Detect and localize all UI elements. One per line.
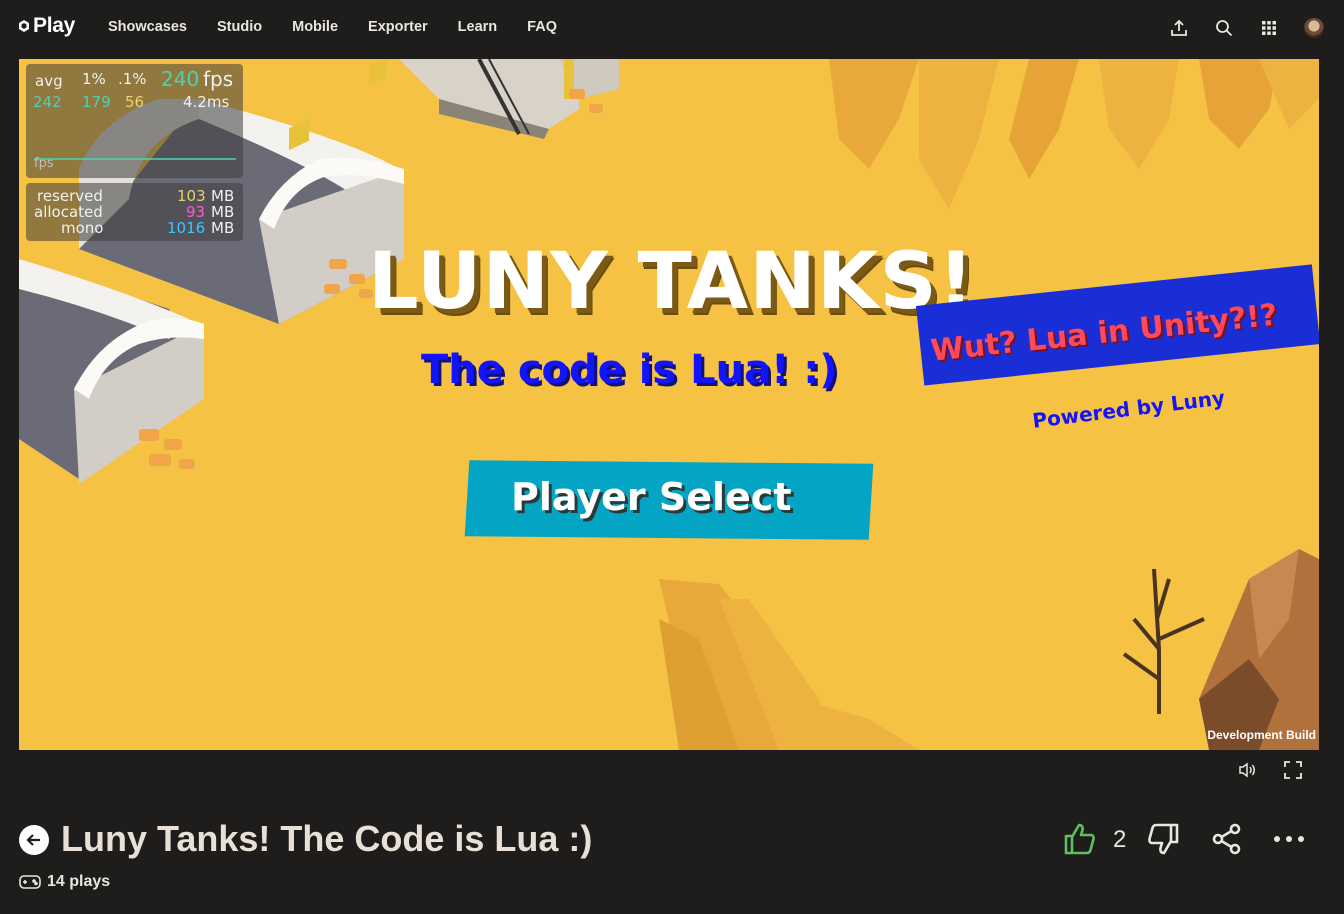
more-options-button[interactable] xyxy=(1272,822,1306,861)
stat-01pct-value: 56 xyxy=(125,93,145,111)
apps-grid-icon[interactable] xyxy=(1259,18,1279,38)
nav-link-showcases[interactable]: Showcases xyxy=(108,19,187,35)
search-icon[interactable] xyxy=(1214,18,1234,38)
upload-icon[interactable] xyxy=(1169,18,1189,38)
stat-avg-value: 242 xyxy=(33,93,62,111)
nav-link-mobile[interactable]: Mobile xyxy=(292,19,338,35)
share-icon xyxy=(1212,823,1241,855)
share-button[interactable] xyxy=(1210,822,1244,861)
nav-link-studio[interactable]: Studio xyxy=(217,19,262,35)
performance-stats-panel: avg 1% .1% 240 fps 242 179 56 4.2ms fps … xyxy=(26,64,243,241)
nav-link-faq[interactable]: FAQ xyxy=(527,19,557,35)
stat-header-1pct: 1% xyxy=(82,70,106,88)
mem-label-mono: mono xyxy=(61,219,104,237)
mem-value-mono: 1016 xyxy=(167,219,206,237)
fullscreen-icon[interactable] xyxy=(1283,760,1303,780)
thumbs-up-icon xyxy=(1064,823,1095,855)
player-select-label[interactable]: Player Select xyxy=(511,475,792,519)
logo-text: Play xyxy=(33,14,75,37)
logo[interactable]: Play xyxy=(18,14,75,38)
game-title-logo: LUNY TANKS! xyxy=(368,237,976,327)
page-title: Luny Tanks! The Code is Lua :) xyxy=(61,818,593,859)
fps-graph-line xyxy=(34,158,236,160)
more-horizontal-icon xyxy=(1274,836,1304,842)
gamepad-icon xyxy=(19,875,41,889)
play-count: 14 plays xyxy=(19,873,110,891)
like-count: 2 xyxy=(1113,826,1127,853)
game-canvas[interactable]: avg 1% .1% 240 fps 242 179 56 4.2ms fps … xyxy=(19,59,1319,750)
arrow-left-icon xyxy=(26,834,40,846)
mem-unit-mono: MB xyxy=(211,219,235,237)
user-avatar[interactable] xyxy=(1304,18,1324,38)
stat-header-avg: avg xyxy=(35,72,63,90)
thumbs-down-icon xyxy=(1148,823,1179,855)
like-button[interactable] xyxy=(1063,822,1097,861)
nav-actions xyxy=(1169,18,1324,38)
nav-link-learn[interactable]: Learn xyxy=(458,19,498,35)
nav-links: Showcases Studio Mobile Exporter Learn F… xyxy=(108,19,587,35)
top-nav: Play Showcases Studio Mobile Exporter Le… xyxy=(0,0,1344,58)
stat-header-01pct: .1% xyxy=(118,70,147,88)
fps-value: 240 xyxy=(161,67,200,91)
fps-graph-label: fps xyxy=(34,156,54,171)
unity-logo-icon xyxy=(19,20,29,32)
volume-icon[interactable] xyxy=(1237,760,1257,780)
dislike-button[interactable] xyxy=(1146,822,1180,861)
fps-unit: fps xyxy=(203,67,234,91)
play-count-text: 14 plays xyxy=(47,873,111,890)
game-subtitle: The code is Lua! :) xyxy=(421,347,838,393)
frame-ms: 4.2ms xyxy=(183,93,230,111)
stat-1pct-value: 179 xyxy=(82,93,111,111)
back-button[interactable] xyxy=(19,825,49,855)
nav-link-exporter[interactable]: Exporter xyxy=(368,19,428,35)
development-build-label: Development Build xyxy=(1207,728,1316,742)
